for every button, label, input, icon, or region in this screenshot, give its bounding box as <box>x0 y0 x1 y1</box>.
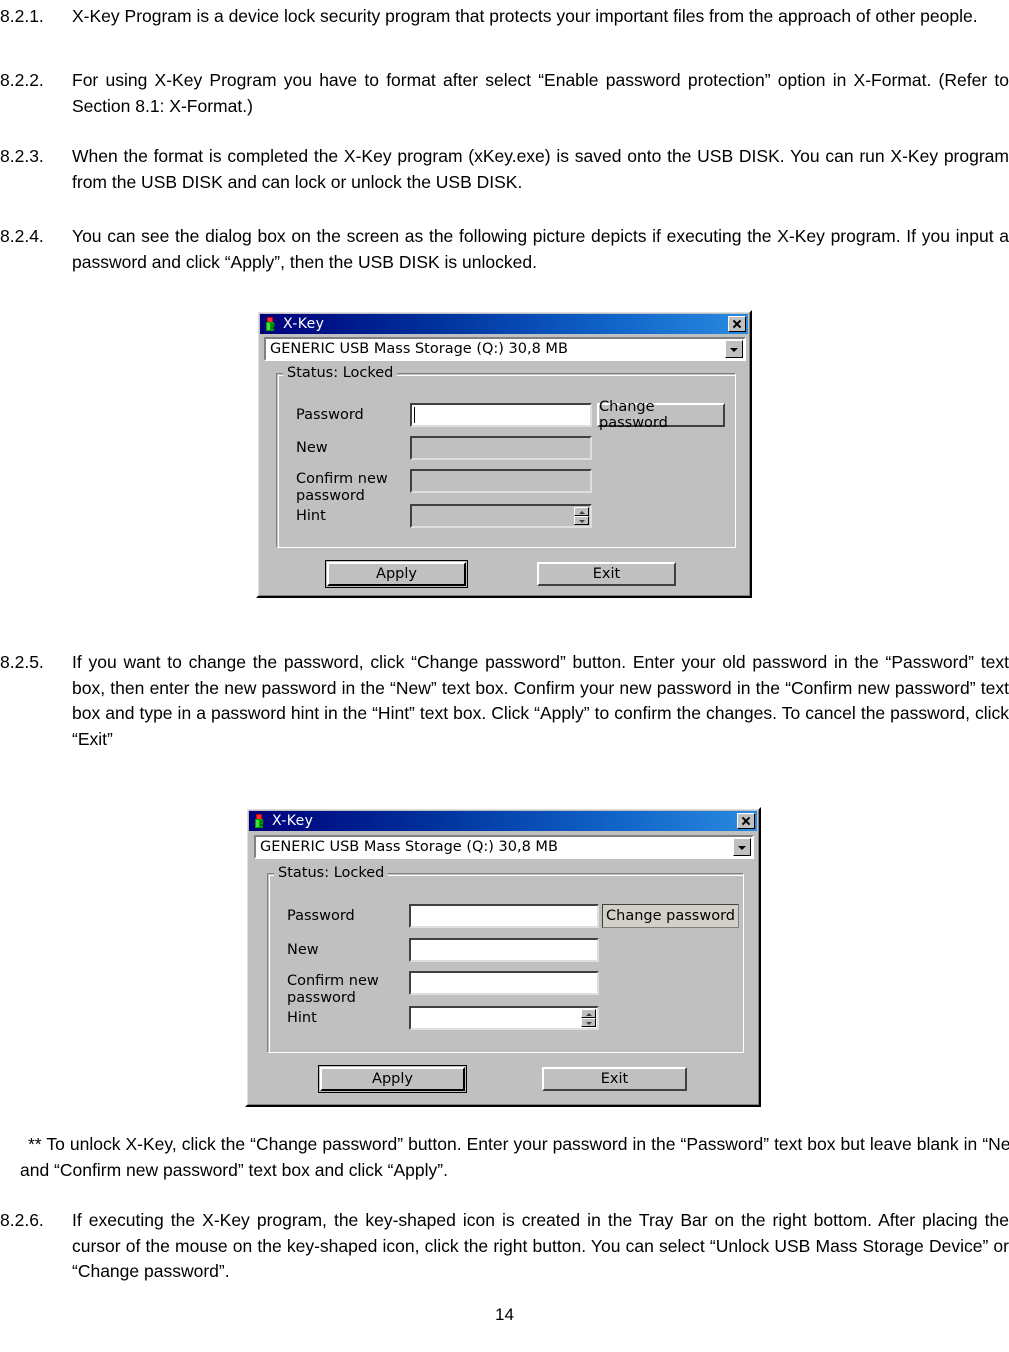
paragraph-text: For using X-Key Program you have to form… <box>72 70 1009 116</box>
device-select-value: GENERIC USB Mass Storage (Q:) 30,8 MB <box>270 341 568 357</box>
paragraph-number: 8.2.1. <box>0 6 44 26</box>
paragraph-text: If you want to change the password, clic… <box>72 652 1009 749</box>
confirm-password-field[interactable] <box>410 469 592 493</box>
chevron-down-icon[interactable] <box>574 516 589 525</box>
exit-button[interactable]: Exit <box>537 562 676 586</box>
new-password-label: New <box>287 942 319 958</box>
paragraph-8-2-2: 8.2.2. For using X-Key Program you have … <box>0 68 1009 119</box>
xkey-dialog-locked: X-Key GENERIC USB Mass Storage (Q:) 30,8… <box>256 310 752 598</box>
xkey-dialog-change-password: X-Key GENERIC USB Mass Storage (Q:) 30,8… <box>245 807 761 1107</box>
device-select[interactable]: GENERIC USB Mass Storage (Q:) 30,8 MB <box>264 337 746 361</box>
status-badge: Status: Locked <box>283 365 398 381</box>
confirm-password-field[interactable] <box>409 971 599 995</box>
paragraph-number: 8.2.6. <box>0 1210 44 1230</box>
new-password-label: New <box>296 440 328 456</box>
text-caret <box>414 407 415 423</box>
hint-label: Hint <box>287 1010 317 1026</box>
paragraph-text: When the format is completed the X-Key p… <box>72 146 1009 192</box>
paragraph-8-2-6: 8.2.6. If executing the X-Key program, t… <box>0 1208 1009 1285</box>
hint-field[interactable] <box>410 504 592 528</box>
chevron-down-icon[interactable] <box>581 1018 596 1027</box>
paragraph-text: If executing the X-Key program, the key-… <box>72 1210 1009 1281</box>
dialog-title: X-Key <box>283 316 325 332</box>
close-icon[interactable] <box>737 813 755 829</box>
dialog-titlebar[interactable]: X-Key <box>249 811 757 831</box>
chevron-up-icon[interactable] <box>581 1009 596 1018</box>
confirm-password-label: Confirm new password <box>296 471 388 504</box>
chevron-down-icon[interactable] <box>725 340 743 358</box>
unlock-note: ** To unlock X-Key, click the “Change pa… <box>20 1134 1009 1180</box>
password-label: Password <box>296 407 364 423</box>
chevron-down-icon[interactable] <box>733 838 751 856</box>
status-badge: Status: Locked <box>274 865 389 881</box>
paragraph-number: 8.2.4. <box>0 226 44 246</box>
change-password-button[interactable]: Change password <box>597 399 725 431</box>
apply-button[interactable]: Apply <box>318 1065 467 1093</box>
chevron-up-icon[interactable] <box>574 507 589 516</box>
close-icon[interactable] <box>728 316 746 332</box>
paragraph-8-2-4: 8.2.4. You can see the dialog box on the… <box>0 224 1009 275</box>
paragraph-number: 8.2.3. <box>0 146 44 166</box>
device-select-value: GENERIC USB Mass Storage (Q:) 30,8 MB <box>260 839 558 855</box>
paragraph-number: 8.2.2. <box>0 70 44 90</box>
hint-field[interactable] <box>409 1006 599 1030</box>
password-field[interactable] <box>409 904 599 928</box>
key-icon <box>252 813 268 829</box>
hint-label: Hint <box>296 508 326 524</box>
exit-button[interactable]: Exit <box>542 1067 687 1091</box>
change-password-button[interactable]: Change password <box>602 904 739 928</box>
paragraph-8-2-1: 8.2.1. X-Key Program is a device lock se… <box>0 4 1009 30</box>
dialog-title: X-Key <box>272 813 314 829</box>
paragraph-8-2-3: 8.2.3. When the format is completed the … <box>0 144 1009 195</box>
hint-stepper[interactable] <box>574 507 589 525</box>
key-icon <box>263 316 279 332</box>
paragraph-text: X-Key Program is a device lock security … <box>72 6 978 26</box>
dialog-titlebar[interactable]: X-Key <box>260 314 748 334</box>
apply-button[interactable]: Apply <box>325 560 468 588</box>
new-password-field[interactable] <box>410 436 592 460</box>
confirm-password-label: Confirm new password <box>287 973 379 1006</box>
paragraph-text: You can see the dialog box on the screen… <box>72 226 1009 272</box>
password-field[interactable] <box>410 403 592 427</box>
hint-stepper[interactable] <box>581 1009 596 1027</box>
page-number: 14 <box>495 1305 514 1324</box>
paragraph-number: 8.2.5. <box>0 652 44 672</box>
paragraph-8-2-5: 8.2.5. If you want to change the passwor… <box>0 650 1009 752</box>
new-password-field[interactable] <box>409 938 599 962</box>
password-label: Password <box>287 908 355 924</box>
device-select[interactable]: GENERIC USB Mass Storage (Q:) 30,8 MB <box>254 835 754 859</box>
document-page: 8.2.1. X-Key Program is a device lock se… <box>0 0 1009 1352</box>
